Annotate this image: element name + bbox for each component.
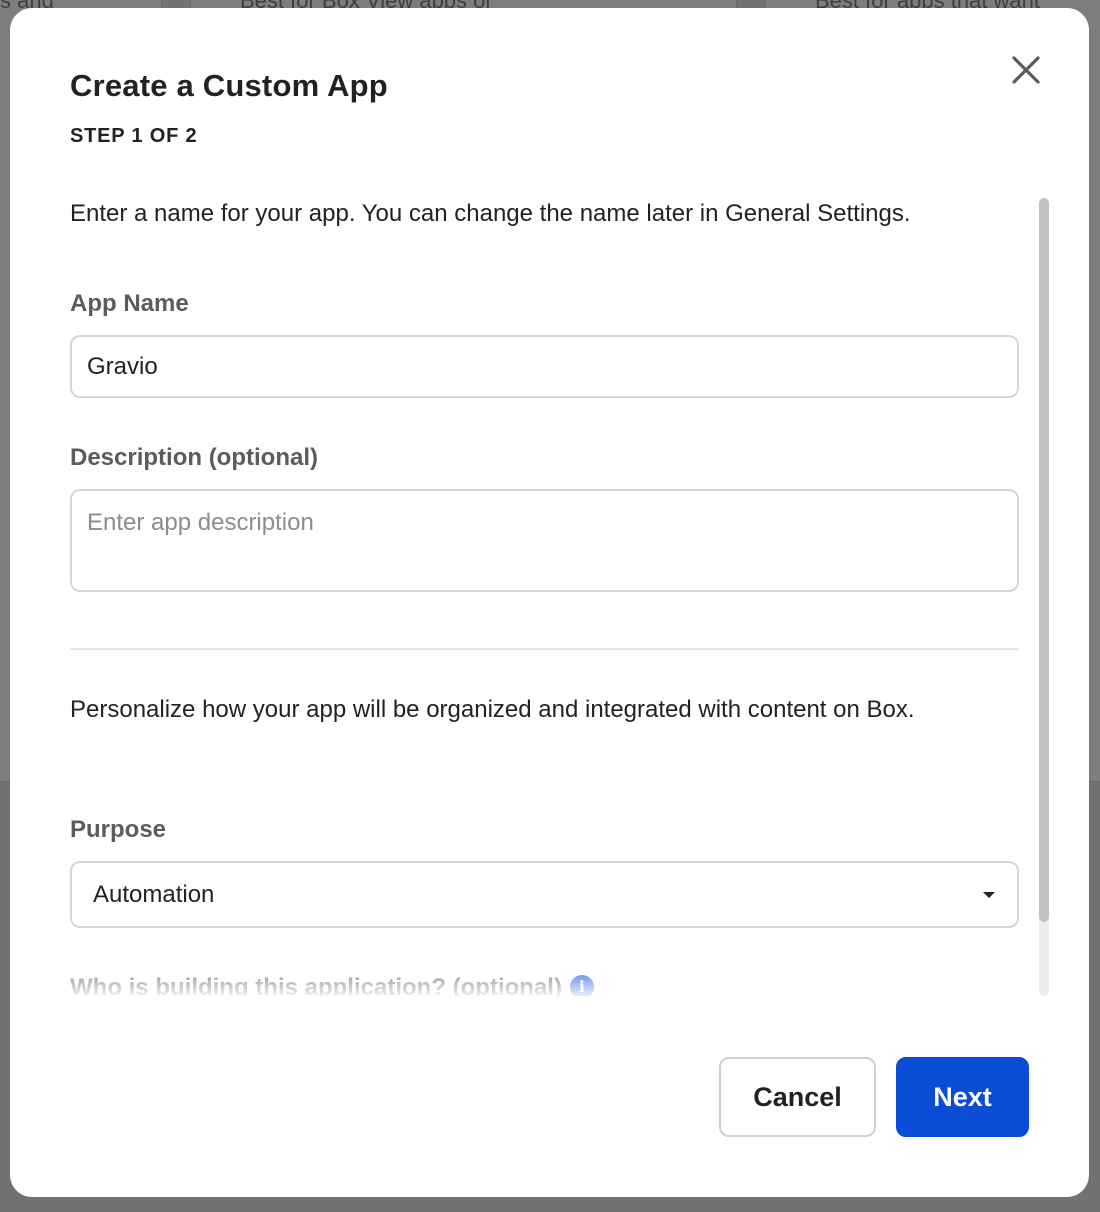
create-custom-app-dialog: Create a Custom App STEP 1 OF 2 Enter a … — [10, 8, 1089, 1197]
purpose-selected-value: Automation — [93, 881, 215, 908]
dialog-content[interactable]: Enter a name for your app. You can chang… — [70, 190, 1020, 996]
personalize-text: Personalize how your app will be organiz… — [70, 696, 915, 723]
next-button[interactable]: Next — [896, 1057, 1029, 1137]
info-icon[interactable]: i — [569, 974, 594, 996]
scrollbar-thumb[interactable] — [1039, 198, 1049, 922]
section-divider — [70, 648, 1019, 650]
purpose-select[interactable]: Automation — [70, 861, 1019, 928]
caret-down-icon — [983, 892, 995, 898]
purpose-label: Purpose — [70, 816, 167, 843]
step-indicator: STEP 1 OF 2 — [70, 125, 198, 147]
builder-question: Who is building this application? (optio… — [70, 974, 594, 996]
scrollbar-track[interactable] — [1039, 198, 1049, 996]
builder-label: Who is building this application? (optio… — [70, 974, 562, 996]
dialog-title: Create a Custom App — [70, 68, 388, 103]
app-name-label: App Name — [70, 290, 189, 317]
app-name-input[interactable] — [70, 335, 1019, 398]
intro-text: Enter a name for your app. You can chang… — [70, 200, 911, 227]
cancel-button[interactable]: Cancel — [719, 1057, 876, 1137]
description-label: Description (optional) — [70, 444, 318, 471]
close-icon — [1012, 56, 1040, 84]
close-button[interactable] — [1004, 48, 1048, 92]
description-input[interactable] — [70, 489, 1019, 592]
